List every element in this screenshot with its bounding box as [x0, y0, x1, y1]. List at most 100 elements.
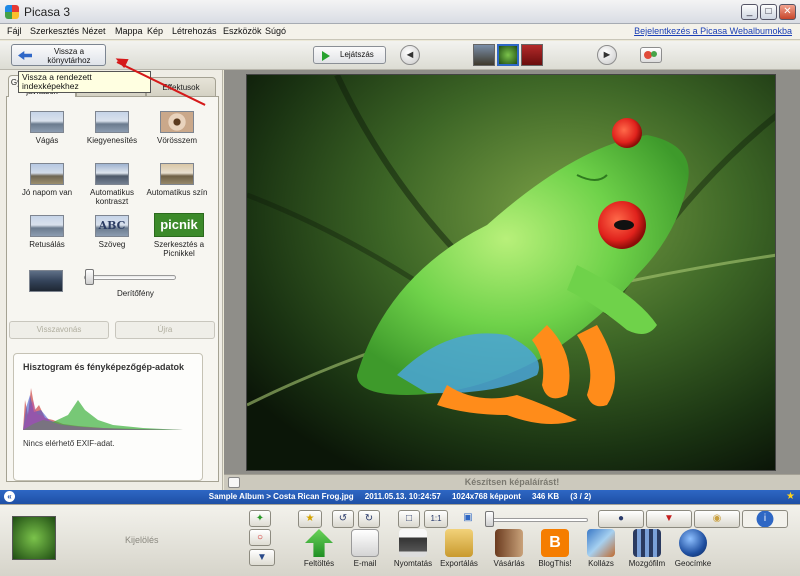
- minimize-button[interactable]: _: [741, 4, 758, 20]
- add-to-album-icon[interactable]: ▼: [249, 549, 275, 566]
- retouch-tool[interactable]: Retusálás: [10, 215, 84, 265]
- filmstrip-thumb-1[interactable]: [473, 44, 495, 66]
- window-title: Picasa 3: [24, 5, 71, 19]
- shop-label: Vásárlás: [493, 559, 525, 568]
- blogthis-label: BlogThis!: [538, 559, 572, 568]
- next-photo-button[interactable]: ►: [597, 45, 617, 65]
- upload-arrow-icon: [305, 529, 333, 557]
- zoom-slider-thumb[interactable]: [485, 511, 494, 527]
- auto-contrast-tool[interactable]: Automatikus kontraszt: [75, 163, 149, 213]
- feeling-lucky-icon: [30, 163, 64, 185]
- fit-view-button[interactable]: □: [398, 510, 420, 528]
- retouch-icon: [30, 215, 64, 237]
- menu-folder[interactable]: Mappa: [115, 26, 143, 36]
- rotate-right-button[interactable]: ↻: [358, 510, 380, 528]
- menu-tools[interactable]: Eszközök: [223, 26, 262, 36]
- folder-icon: [445, 529, 473, 557]
- redo-button[interactable]: Újra: [115, 321, 215, 339]
- info-button[interactable]: i: [742, 510, 788, 528]
- menu-picture[interactable]: Kép: [147, 26, 163, 36]
- previous-photo-button[interactable]: ◄: [400, 45, 420, 65]
- play-icon: [322, 51, 330, 61]
- web-albums-login-link[interactable]: Bejelentkezés a Picasa Webalbumokba: [634, 26, 792, 36]
- people-button[interactable]: ●: [598, 510, 644, 528]
- auto-color-tool[interactable]: Automatikus szín: [140, 163, 214, 213]
- menu-bar: Fájl Szerkesztés Nézet Mappa Kép Létreho…: [0, 24, 800, 40]
- basic-fixes-panel: Vágás Kiegyenesítés Vörösszem Jó napom v…: [6, 96, 219, 482]
- straighten-tool[interactable]: Kiegyenesítés: [75, 111, 149, 161]
- zoom-slider-track[interactable]: [488, 518, 588, 522]
- menu-help[interactable]: Súgó: [265, 26, 286, 36]
- histogram-panel: Hisztogram és fényképezőgép-adatok Nincs…: [13, 353, 203, 481]
- actual-size-button[interactable]: 1:1: [424, 510, 448, 528]
- edit-panel: Gyakran használt javítások Finomhangolás…: [0, 70, 223, 490]
- email-action[interactable]: E-mail: [340, 529, 390, 568]
- star-button[interactable]: ★: [298, 510, 322, 528]
- rotate-left-button[interactable]: ↺: [332, 510, 354, 528]
- printer-icon: [399, 529, 427, 557]
- blogthis-action[interactable]: B BlogThis!: [530, 529, 580, 568]
- tags-button[interactable]: ◉: [694, 510, 740, 528]
- places-button[interactable]: ▼: [646, 510, 692, 528]
- caption-input[interactable]: Készítsen képaláírást!: [224, 477, 800, 487]
- fill-light-slider-thumb[interactable]: [85, 269, 94, 285]
- crop-tool[interactable]: Vágás: [10, 111, 84, 161]
- picnik-label: Szerkesztés a Picnikkel: [153, 240, 205, 258]
- selected-photo-thumbnail[interactable]: [12, 516, 56, 560]
- caption-bar: Készítsen képaláírást!: [224, 474, 800, 490]
- picnik-tool[interactable]: picnik Szerkesztés a Picnikkel: [140, 213, 218, 263]
- collage-action[interactable]: Kollázs: [576, 529, 626, 568]
- menu-create[interactable]: Létrehozás: [172, 26, 217, 36]
- auto-contrast-label: Automatikus kontraszt: [89, 188, 135, 206]
- feeling-lucky-tool[interactable]: Jó napom van: [10, 163, 84, 213]
- export-action[interactable]: Exportálás: [434, 529, 484, 568]
- maximize-button[interactable]: □: [760, 4, 777, 20]
- menu-file[interactable]: Fájl: [7, 26, 22, 36]
- main-photo[interactable]: [246, 74, 776, 471]
- star-icon[interactable]: ★: [786, 491, 795, 502]
- collage-icon: [587, 529, 615, 557]
- menu-view[interactable]: Nézet: [82, 26, 106, 36]
- histogram-graph: [23, 388, 183, 430]
- text-icon: ABC: [95, 215, 129, 237]
- histogram-title: Hisztogram és fényképezőgép-adatok: [23, 362, 185, 372]
- selection-label: Kijelölés: [125, 535, 159, 545]
- text-tool[interactable]: ABC Szöveg: [75, 215, 149, 265]
- undo-button[interactable]: Visszavonás: [9, 321, 109, 339]
- auto-color-label: Automatikus szín: [146, 188, 208, 197]
- photo-position: (3 / 2): [570, 492, 592, 501]
- back-to-library-label: Vissza a könyvtárhoz: [47, 47, 91, 65]
- geotag-label: Geocímke: [674, 559, 712, 568]
- geotag-action[interactable]: Geocímke: [668, 529, 718, 568]
- photo-datetime: 2011.05.13. 10:24:57: [364, 492, 441, 501]
- fill-light-slider-track[interactable]: [84, 275, 176, 280]
- filmstrip-thumb-current[interactable]: [497, 44, 519, 66]
- menu-edit[interactable]: Szerkesztés: [30, 26, 79, 36]
- back-to-library-button[interactable]: Vissza a könyvtárhoz: [11, 44, 106, 66]
- redeye-label: Vörösszem: [156, 136, 197, 145]
- photo-info-text: Sample Album > Costa Rican Frog.jpg 2011…: [0, 492, 800, 501]
- photo-path: Sample Album > Costa Rican Frog.jpg: [208, 492, 354, 501]
- frog-photo-image: [247, 75, 775, 470]
- movie-label: Mozgófilm: [628, 559, 666, 568]
- photo-size: 346 KB: [532, 492, 560, 501]
- filmstrip-thumb-3[interactable]: [521, 44, 543, 66]
- print-action[interactable]: Nyomtatás: [388, 529, 438, 568]
- clear-selection-icon[interactable]: ○: [249, 529, 271, 546]
- slideshow-button[interactable]: Lejátszás: [313, 46, 386, 64]
- close-button[interactable]: ✕: [779, 4, 796, 20]
- hold-pin-icon[interactable]: ✦: [249, 510, 271, 527]
- movie-action[interactable]: Mozgófilm: [622, 529, 672, 568]
- upload-action[interactable]: Feltöltés: [294, 529, 344, 568]
- eye-icon: [160, 111, 194, 133]
- export-label: Exportálás: [440, 559, 478, 568]
- auto-color-icon: [160, 163, 194, 185]
- shop-action[interactable]: Vásárlás: [484, 529, 534, 568]
- picasa-logo-icon: [5, 5, 19, 19]
- fill-light-label: Derítőfény: [117, 289, 154, 298]
- tag-face-icon[interactable]: [640, 47, 662, 63]
- email-label: E-mail: [353, 559, 377, 568]
- crop-label: Vágás: [35, 136, 59, 145]
- redeye-tool[interactable]: Vörösszem: [140, 111, 214, 161]
- title-bar: Picasa 3 _ □ ✕: [0, 0, 800, 24]
